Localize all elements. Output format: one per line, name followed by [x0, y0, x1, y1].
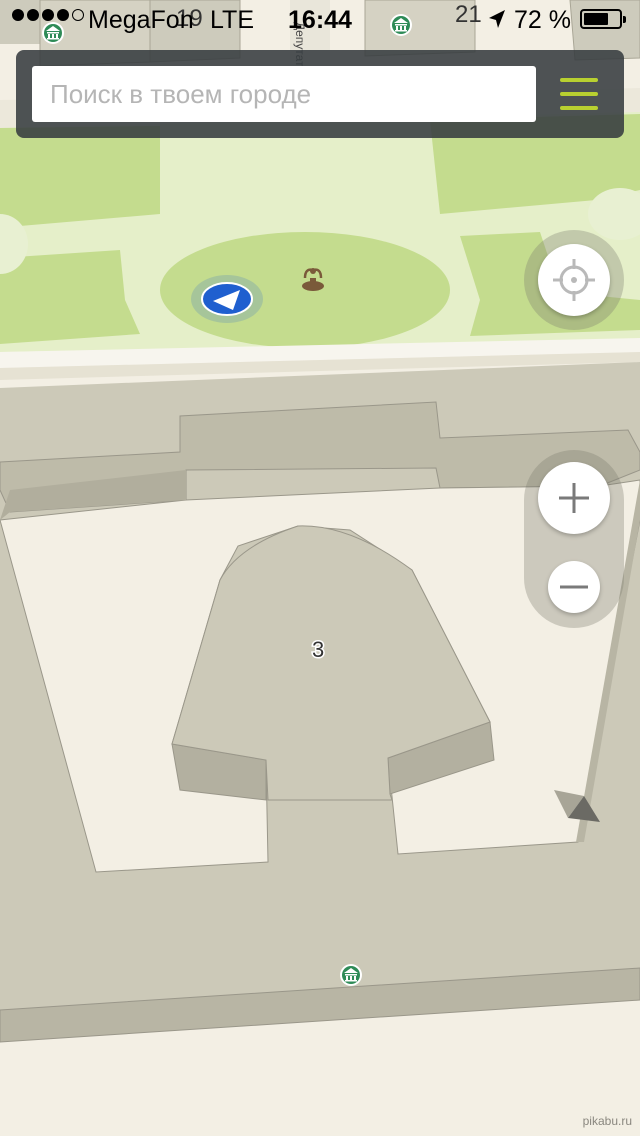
zoom-out-button[interactable]	[548, 561, 600, 613]
zoom-in-button[interactable]	[538, 462, 610, 534]
building-number-label: 3	[312, 637, 324, 662]
minus-icon	[560, 585, 588, 589]
status-bar: MegaFon LTE 16:44 72 %	[0, 0, 640, 40]
battery-icon	[580, 9, 626, 29]
hamburger-icon-bar	[560, 106, 598, 110]
location-services-icon	[489, 10, 505, 28]
menu-button[interactable]	[556, 76, 602, 112]
battery-percent: 72 %	[514, 6, 571, 34]
plus-icon	[559, 483, 589, 513]
hamburger-icon	[560, 78, 598, 82]
locate-me-button[interactable]	[538, 244, 610, 316]
hamburger-icon-bar	[560, 92, 598, 96]
museum-icon-building[interactable]	[340, 964, 362, 986]
watermark: pikabu.ru	[582, 1114, 632, 1128]
user-location-marker[interactable]	[191, 275, 263, 323]
crosshair-icon	[553, 259, 595, 301]
search-input[interactable]	[32, 66, 536, 122]
search-panel	[16, 50, 624, 138]
